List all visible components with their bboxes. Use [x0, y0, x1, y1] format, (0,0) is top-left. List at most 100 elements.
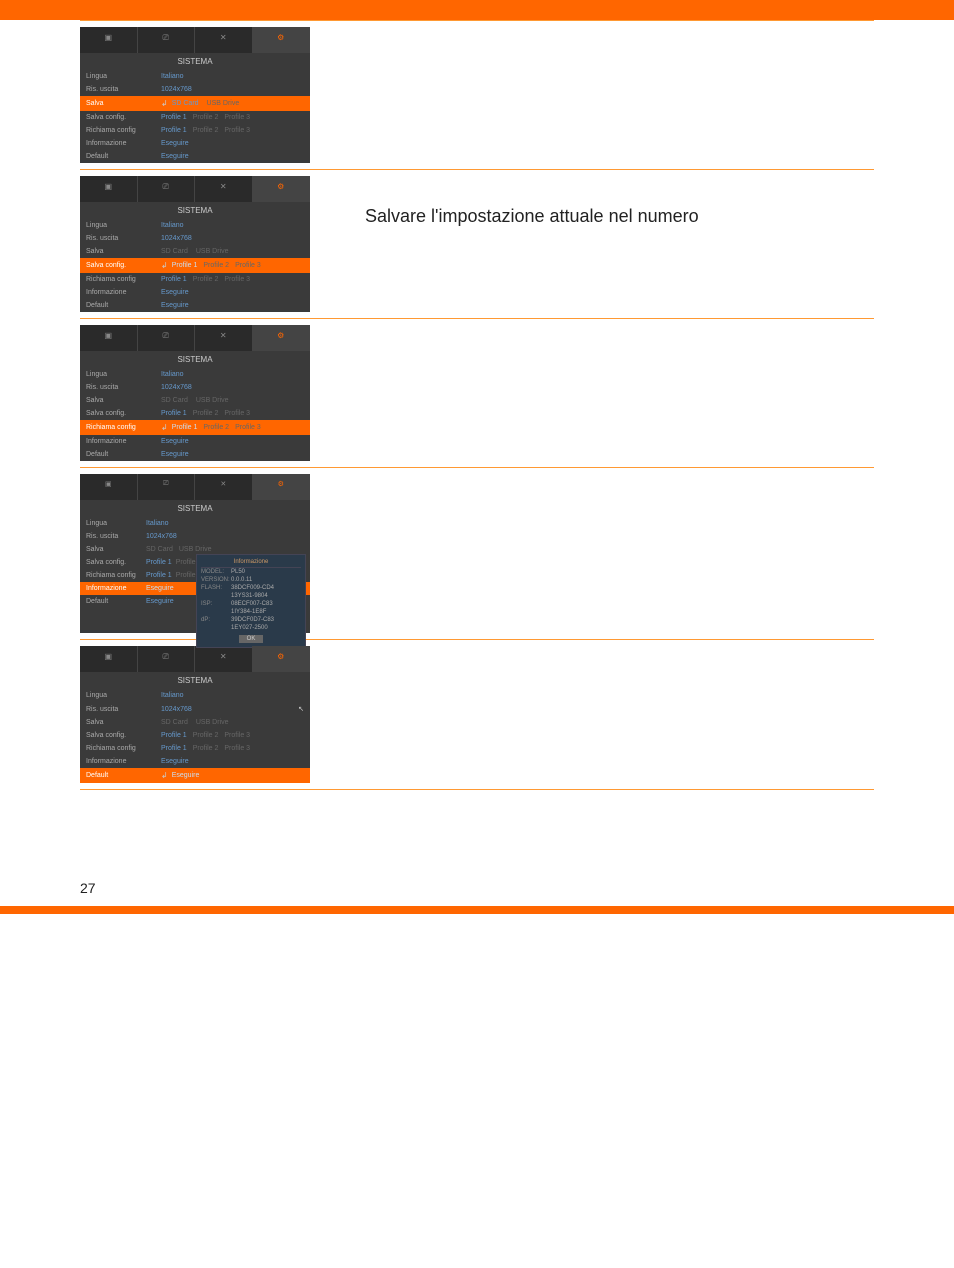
tab-2[interactable]: ⎚: [138, 646, 196, 672]
tools-icon: ✕: [216, 480, 230, 494]
section-row-3: ▣ ⎚ ✕ ⚙ SISTEMA LinguaItaliano Ris. usci…: [80, 319, 874, 468]
panel-title: SISTEMA: [80, 500, 310, 517]
row-lingua[interactable]: LinguaItaliano: [80, 70, 310, 83]
image-icon: ▣: [101, 480, 115, 494]
tab-1[interactable]: ▣: [80, 646, 138, 672]
section-row-2: ▣ ⎚ ✕ ⚙ SISTEMA LinguaItaliano Ris. usci…: [80, 170, 874, 319]
tab-4[interactable]: ⚙: [253, 27, 311, 53]
section-row-1: ▣ ⎚ ✕ ⚙ SISTEMA LinguaItaliano Ris. usci…: [80, 20, 874, 170]
tools-icon: ✕: [216, 652, 230, 666]
panel-tabs: ▣ ⎚ ✕ ⚙: [80, 474, 310, 500]
row-salva[interactable]: SalvaSD Card USB Drive: [80, 245, 310, 258]
description-4: [345, 474, 874, 504]
arrow-icon: ↲: [161, 771, 168, 780]
panel-title: SISTEMA: [80, 202, 310, 219]
display-icon: ⎚: [159, 182, 173, 196]
section-row-4: ▣ ⎚ ✕ ⚙ SISTEMA LinguaItaliano Ris. usci…: [80, 468, 874, 640]
tab-4[interactable]: ⚙: [253, 646, 311, 672]
row-salva[interactable]: SalvaSD Card USB Drive: [80, 394, 310, 407]
display-icon: ⎚: [159, 652, 173, 666]
row-richiama[interactable]: Richiama configProfile 1 Profile 2 Profi…: [80, 124, 310, 137]
description-2: Salvare l'impostazione attuale nel numer…: [345, 176, 874, 227]
row-ris[interactable]: Ris. uscita1024x768: [80, 530, 310, 543]
system-panel-3: ▣ ⎚ ✕ ⚙ SISTEMA LinguaItaliano Ris. usci…: [80, 325, 310, 461]
tab-4[interactable]: ⚙: [253, 474, 311, 500]
row-salva-config[interactable]: Salva config.Profile 1 Profile 2 Profile…: [80, 407, 310, 420]
tab-3[interactable]: ✕: [195, 325, 253, 351]
row-lingua[interactable]: LinguaItaliano: [80, 689, 310, 702]
image-icon: ▣: [101, 331, 115, 345]
row-ris[interactable]: Ris. uscita1024x768: [80, 83, 310, 96]
row-salva[interactable]: SalvaSD Card USB Drive: [80, 716, 310, 729]
system-panel-1: ▣ ⎚ ✕ ⚙ SISTEMA LinguaItaliano Ris. usci…: [80, 27, 310, 163]
tab-4[interactable]: ⚙: [253, 325, 311, 351]
panel-tabs: ▣ ⎚ ✕ ⚙: [80, 646, 310, 672]
panel-tabs: ▣ ⎚ ✕ ⚙: [80, 176, 310, 202]
row-ris[interactable]: Ris. uscita1024x768: [80, 232, 310, 245]
panel-title: SISTEMA: [80, 672, 310, 689]
tab-2[interactable]: ⎚: [138, 325, 196, 351]
tab-3[interactable]: ✕: [195, 27, 253, 53]
tab-1[interactable]: ▣: [80, 27, 138, 53]
row-salva[interactable]: Salva↲SD Card USB Drive: [80, 96, 310, 111]
image-icon: ▣: [101, 182, 115, 196]
tools-icon: ✕: [216, 331, 230, 345]
footer-bar: [0, 906, 954, 914]
system-panel-5: ▣ ⎚ ✕ ⚙ SISTEMA LinguaItaliano Ris. usci…: [80, 646, 310, 783]
description-5: [345, 646, 874, 676]
row-ris[interactable]: Ris. uscita1024x768: [80, 381, 310, 394]
tab-2[interactable]: ⎚: [138, 27, 196, 53]
row-lingua[interactable]: LinguaItaliano: [80, 219, 310, 232]
gear-icon: ⚙: [274, 331, 288, 345]
tab-2[interactable]: ⎚: [138, 176, 196, 202]
ok-button[interactable]: OK: [239, 635, 264, 643]
row-default[interactable]: DefaultEseguire: [80, 299, 310, 312]
tools-icon: ✕: [216, 182, 230, 196]
display-icon: ⎚: [159, 480, 173, 494]
tab-1[interactable]: ▣: [80, 474, 138, 500]
tab-1[interactable]: ▣: [80, 176, 138, 202]
cursor-icon: ↖: [298, 705, 304, 713]
row-info[interactable]: InformazioneEseguire: [80, 286, 310, 299]
panel-title: SISTEMA: [80, 351, 310, 368]
row-richiama[interactable]: Richiama configProfile 1 Profile 2 Profi…: [80, 742, 310, 755]
row-info[interactable]: InformazioneEseguire: [80, 137, 310, 150]
image-icon: ▣: [101, 33, 115, 47]
row-default[interactable]: Default↲Eseguire: [80, 768, 310, 783]
row-salva-config[interactable]: Salva config.↲Profile 1 Profile 2 Profil…: [80, 258, 310, 273]
tab-1[interactable]: ▣: [80, 325, 138, 351]
display-icon: ⎚: [159, 33, 173, 47]
tab-3[interactable]: ✕: [195, 474, 253, 500]
row-info[interactable]: InformazioneEseguire: [80, 435, 310, 448]
info-popup: Informazione MODEL:PL50 VERSION:0.0.0.11…: [196, 554, 306, 648]
row-ris[interactable]: Ris. uscita1024x768↖: [80, 702, 310, 716]
system-panel-2: ▣ ⎚ ✕ ⚙ SISTEMA LinguaItaliano Ris. usci…: [80, 176, 310, 312]
description-1: [345, 27, 874, 57]
tab-3[interactable]: ✕: [195, 646, 253, 672]
gear-icon: ⚙: [274, 652, 288, 666]
tools-icon: ✕: [216, 33, 230, 47]
header-bar: [0, 0, 954, 20]
tab-4[interactable]: ⚙: [253, 176, 311, 202]
gear-icon: ⚙: [274, 480, 288, 494]
panel-tabs: ▣ ⎚ ✕ ⚙: [80, 325, 310, 351]
row-default[interactable]: DefaultEseguire: [80, 448, 310, 461]
panel-title: SISTEMA: [80, 53, 310, 70]
row-richiama[interactable]: Richiama config↲Profile 1 Profile 2 Prof…: [80, 420, 310, 435]
tab-2[interactable]: ⎚: [138, 474, 196, 500]
row-default[interactable]: DefaultEseguire: [80, 150, 310, 163]
row-info[interactable]: InformazioneEseguire: [80, 755, 310, 768]
row-lingua[interactable]: LinguaItaliano: [80, 368, 310, 381]
tab-3[interactable]: ✕: [195, 176, 253, 202]
description-3: [345, 325, 874, 355]
arrow-icon: ↲: [161, 261, 168, 270]
arrow-icon: ↲: [161, 99, 168, 108]
row-richiama[interactable]: Richiama configProfile 1 Profile 2 Profi…: [80, 273, 310, 286]
row-salva-config[interactable]: Salva config.Profile 1 Profile 2 Profile…: [80, 729, 310, 742]
row-lingua[interactable]: LinguaItaliano: [80, 517, 310, 530]
gear-icon: ⚙: [274, 182, 288, 196]
image-icon: ▣: [101, 652, 115, 666]
row-salva-config[interactable]: Salva config.Profile 1 Profile 2 Profile…: [80, 111, 310, 124]
gear-icon: ⚙: [274, 33, 288, 47]
page-number: 27: [80, 880, 96, 896]
